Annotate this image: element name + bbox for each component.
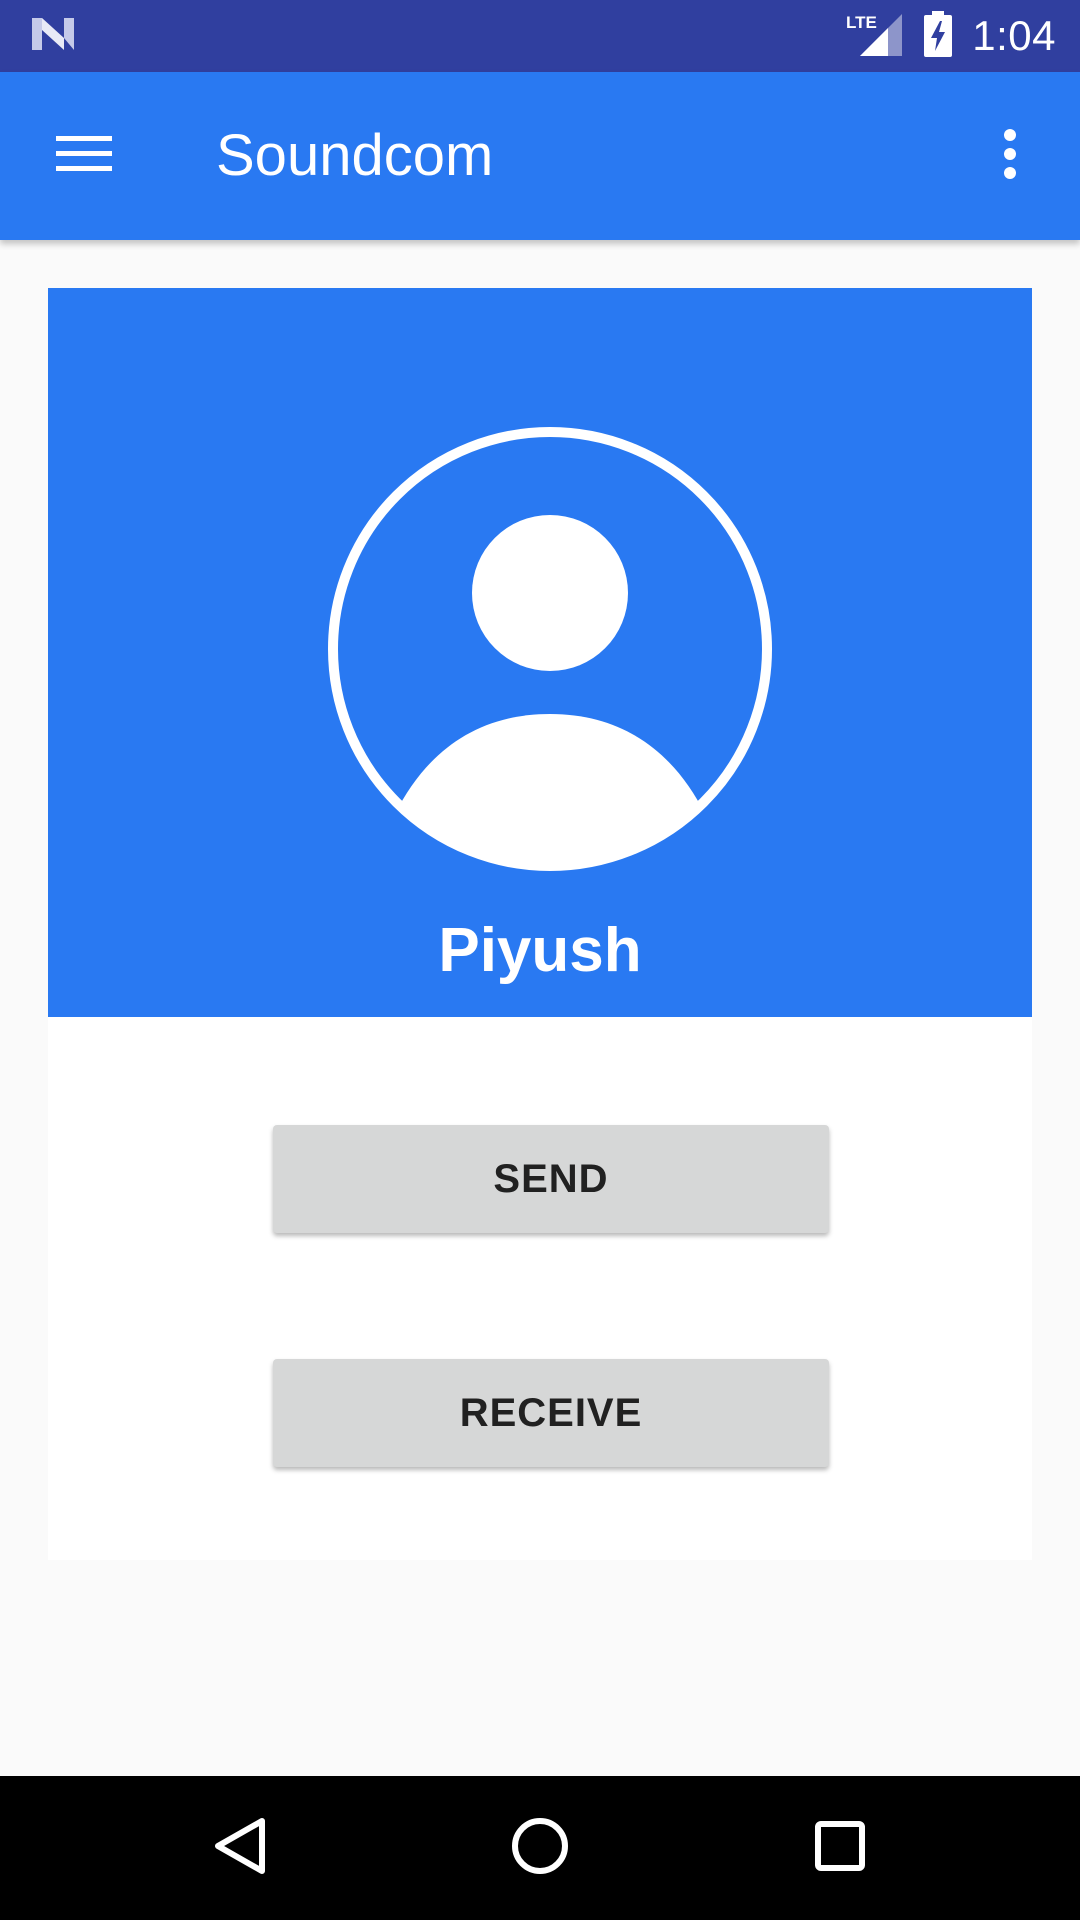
menu-icon (56, 134, 112, 179)
status-bar: LTE 1:04 (0, 0, 1080, 72)
status-time: 1:04 (972, 12, 1056, 59)
status-left (30, 14, 76, 59)
nav-home-button[interactable] (470, 1798, 610, 1898)
profile-name: Piyush (438, 916, 642, 985)
back-icon (212, 1816, 268, 1881)
app-bar: Soundcom (0, 72, 1080, 240)
overflow-menu-button[interactable] (970, 108, 1050, 204)
status-right: LTE 1:04 (846, 10, 1056, 62)
home-icon (510, 1816, 570, 1881)
recents-icon (814, 1820, 866, 1877)
nav-recents-button[interactable] (770, 1798, 910, 1898)
navigation-bar (0, 1776, 1080, 1920)
screen: LTE 1:04 Soundcom Piyush SEND RECEIVE (0, 0, 1080, 1920)
more-vert-icon (1002, 128, 1018, 184)
profile-header: Piyush (48, 288, 1032, 1017)
notification-n-icon (30, 14, 76, 59)
app-title: Soundcom (216, 123, 494, 188)
avatar (325, 424, 775, 874)
menu-button[interactable] (30, 108, 138, 204)
send-button[interactable]: SEND (273, 1125, 829, 1233)
network-label: LTE (846, 13, 877, 32)
account-circle-icon (328, 427, 772, 871)
receive-button[interactable]: RECEIVE (273, 1359, 829, 1467)
nav-back-button[interactable] (170, 1798, 310, 1898)
lte-signal-icon: LTE (846, 12, 904, 61)
profile-card: Piyush SEND RECEIVE (48, 288, 1032, 1560)
battery-charging-icon (922, 10, 954, 62)
